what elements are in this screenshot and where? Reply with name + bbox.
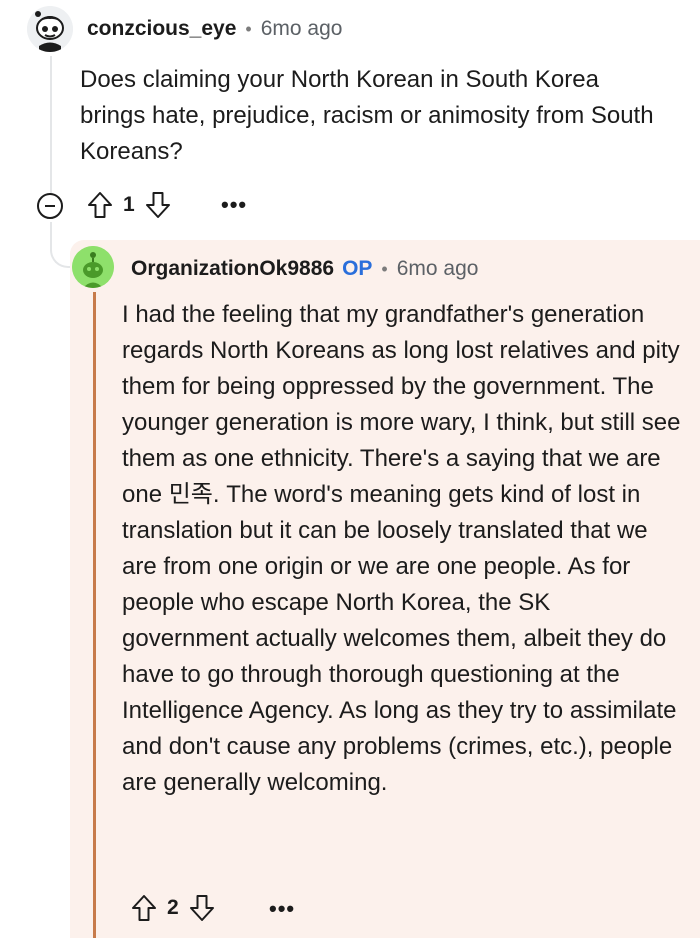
op-badge: OP — [342, 257, 373, 280]
vote-controls: 1 — [86, 190, 172, 220]
user-avatar[interactable] — [72, 246, 114, 288]
more-options-button[interactable]: ••• — [269, 898, 295, 920]
separator-dot: • — [245, 18, 252, 39]
comment-header: conzcious_eye • 6mo ago — [87, 18, 342, 39]
comment-header: OrganizationOk9886 OP • 6mo ago — [131, 258, 478, 279]
user-avatar[interactable] — [27, 6, 73, 52]
username-link[interactable]: conzcious_eye — [87, 18, 236, 39]
thread-line[interactable] — [50, 56, 52, 196]
vote-controls: 2 — [130, 893, 216, 923]
reply-thread-line[interactable] — [93, 292, 96, 938]
upvote-icon[interactable] — [86, 190, 114, 220]
collapse-thread-button[interactable] — [37, 193, 63, 219]
upvote-icon[interactable] — [130, 893, 158, 923]
vote-score: 2 — [167, 896, 179, 919]
downvote-icon[interactable] — [188, 893, 216, 923]
snoo-avatar-icon — [27, 6, 73, 52]
snoo-avatar-icon — [72, 246, 114, 288]
comment-body: I had the feeling that my grandfather's … — [122, 301, 681, 796]
separator-dot: • — [381, 258, 388, 279]
username-link[interactable]: OrganizationOk9886 — [131, 258, 334, 279]
downvote-icon[interactable] — [144, 190, 172, 220]
comment-timestamp[interactable]: 6mo ago — [397, 258, 479, 279]
comment-timestamp[interactable]: 6mo ago — [261, 18, 343, 39]
more-options-button[interactable]: ••• — [221, 194, 247, 216]
comment-body: Does claiming your North Korean in South… — [80, 66, 654, 165]
vote-score: 1 — [123, 193, 135, 216]
comment-thread: conzcious_eye • 6mo ago Does claiming yo… — [0, 0, 700, 938]
